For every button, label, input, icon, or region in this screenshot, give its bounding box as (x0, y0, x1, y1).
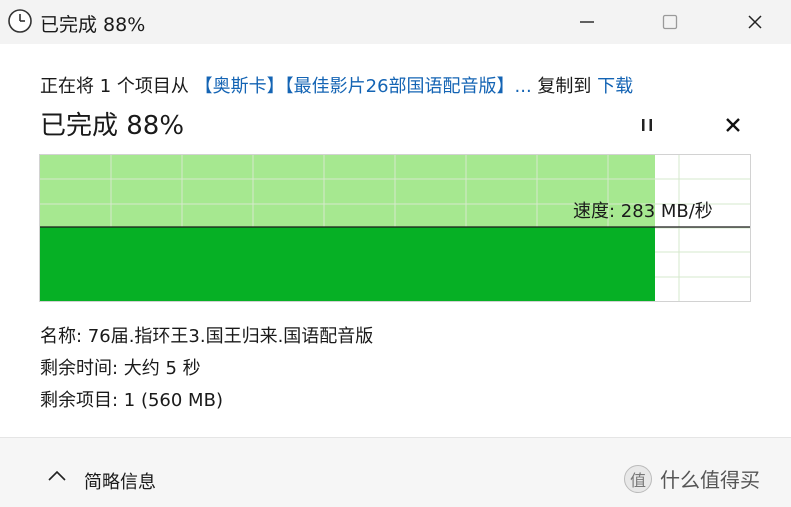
speed-graph-canvas (40, 155, 750, 301)
destination-folder-link[interactable]: 下载 (597, 76, 633, 97)
transfer-description: 正在将 1 个项目从 【奥斯卡】【最佳影片26部国语配音版】... 复制到 下载 (40, 72, 633, 98)
clock-icon (8, 9, 32, 33)
pause-icon (642, 119, 652, 131)
stop-icon (726, 118, 740, 132)
stop-button[interactable] (718, 110, 748, 140)
watermark-logo: 值 (624, 464, 652, 493)
maximize-button[interactable] (642, 0, 698, 44)
progress-status: 已完成 88% (40, 111, 185, 141)
file-name: 名称: 76届.指环王3.国王归来.国语配音版 (40, 326, 374, 347)
close-button[interactable] (727, 0, 783, 44)
items-remaining: 剩余项目: 1 (560 MB) (40, 390, 223, 411)
watermark-text: 什么值得买 (660, 468, 760, 492)
window-title: 已完成 88% (40, 14, 146, 36)
maximize-icon (662, 14, 678, 30)
pause-button[interactable] (632, 110, 662, 140)
fewer-details-toggle[interactable]: 简略信息 (84, 468, 156, 494)
chevron-up-icon[interactable] (45, 468, 69, 484)
speed-area (40, 227, 655, 301)
minimize-icon (580, 21, 594, 23)
watermark: 值 什么值得买 (624, 464, 760, 493)
time-remaining: 剩余时间: 大约 5 秒 (40, 358, 201, 379)
transfer-prefix: 正在将 1 个项目从 (40, 76, 195, 97)
minimize-button[interactable] (559, 0, 615, 44)
close-icon (748, 15, 762, 29)
source-folder-link[interactable]: 【奥斯卡】【最佳影片26部国语配音版】... (195, 76, 532, 97)
speed-label: 速度: 283 MB/秒 (573, 201, 713, 222)
speed-graph (39, 154, 751, 302)
title-bar: 已完成 88% (0, 0, 791, 44)
transfer-middle: 复制到 (531, 76, 598, 97)
